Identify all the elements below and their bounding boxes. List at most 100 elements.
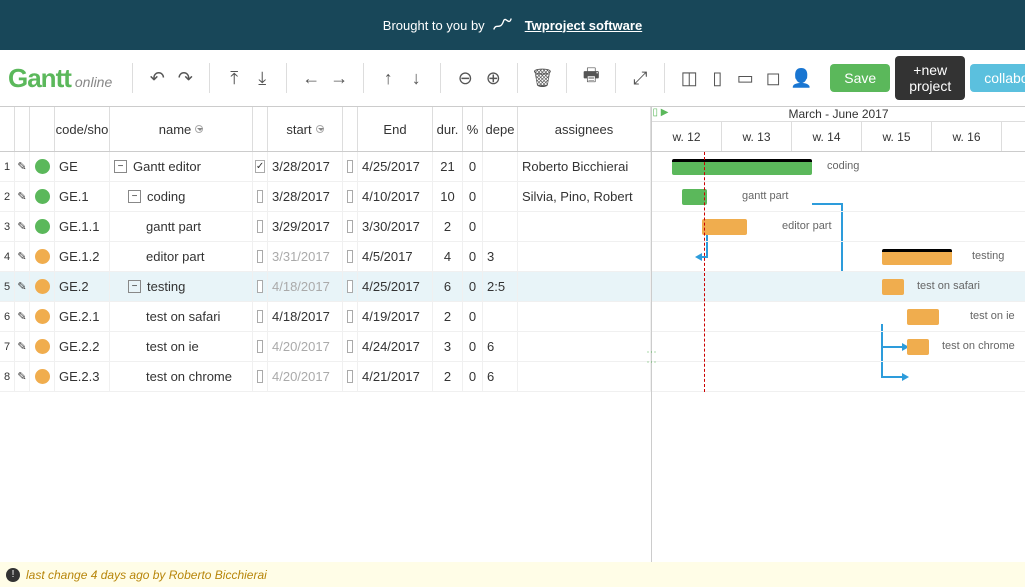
start-cell[interactable]: 3/29/2017 [268,212,343,241]
resource-button[interactable]: 👤 [789,66,813,90]
status-cell[interactable] [30,362,55,391]
redo-button[interactable]: ↷ [173,66,197,90]
name-cell[interactable]: −testing [110,272,253,301]
percent-cell[interactable]: 0 [463,152,483,181]
zoom-in-button[interactable]: ⊕ [481,66,505,90]
edit-icon[interactable]: ✎ [15,182,30,211]
start-cell[interactable]: 3/31/2017 [268,242,343,271]
end-milestone-checkbox[interactable] [347,250,353,263]
status-cell[interactable] [30,152,55,181]
code-cell[interactable]: GE.2 [55,272,110,301]
hdr-assignees[interactable]: assignees [518,107,651,151]
table-row[interactable]: 2✎GE.1−coding3/28/20174/10/2017100Silvia… [0,182,651,212]
hdr-percent[interactable]: % [463,107,483,151]
table-row[interactable]: 7✎GE.2.2test on ie4/20/20174/24/2017306 [0,332,651,362]
tree-toggle-icon[interactable]: − [114,160,127,173]
save-button[interactable]: Save [830,64,890,92]
gantt-bar[interactable] [672,159,812,175]
name-cell[interactable]: gantt part [110,212,253,241]
name-cell[interactable]: test on ie [110,332,253,361]
edit-icon[interactable]: ✎ [15,212,30,241]
end-milestone-checkbox[interactable] [347,370,353,383]
name-cell[interactable]: −Gantt editor [110,152,253,181]
table-row[interactable]: 6✎GE.2.1test on safari4/18/20174/19/2017… [0,302,651,332]
undo-button[interactable]: ↶ [145,66,169,90]
outdent-button[interactable]: ← [299,66,323,90]
edit-icon[interactable]: ✎ [15,332,30,361]
percent-cell[interactable]: 0 [463,212,483,241]
hdr-depends[interactable]: depe [483,107,518,151]
move-up-button[interactable]: ↑ [376,66,400,90]
code-cell[interactable]: GE [55,152,110,181]
assignees-cell[interactable] [518,272,651,301]
start-milestone-checkbox[interactable] [257,340,263,353]
assignees-cell[interactable] [518,362,651,391]
hdr-duration[interactable]: dur. [433,107,463,151]
name-cell[interactable]: −coding [110,182,253,211]
status-cell[interactable] [30,272,55,301]
edit-icon[interactable]: ✎ [15,302,30,331]
end-cell[interactable]: 4/5/2017 [358,242,433,271]
edit-icon[interactable]: ✎ [15,152,30,181]
gantt-bar[interactable] [907,339,929,355]
start-cell[interactable]: 4/20/2017 [268,362,343,391]
split-grid-button[interactable]: ▯ [705,66,729,90]
vertical-splitter[interactable]: ⋮⋮ [648,152,654,562]
percent-cell[interactable]: 0 [463,182,483,211]
duration-cell[interactable]: 21 [433,152,463,181]
code-cell[interactable]: GE.1.2 [55,242,110,271]
name-cell[interactable]: editor part [110,242,253,271]
status-cell[interactable] [30,182,55,211]
duration-cell[interactable]: 10 [433,182,463,211]
name-cell[interactable]: test on safari [110,302,253,331]
end-milestone-checkbox[interactable] [347,190,353,203]
assignees-cell[interactable] [518,212,651,241]
depends-cell[interactable]: 6 [483,332,518,361]
start-milestone-checkbox[interactable] [255,160,265,173]
percent-cell[interactable]: 0 [463,272,483,301]
start-cell[interactable]: 4/18/2017 [268,302,343,331]
start-milestone-checkbox[interactable] [257,310,263,323]
assignees-cell[interactable] [518,332,651,361]
assignees-cell[interactable] [518,302,651,331]
gantt-bar[interactable] [907,309,939,325]
hdr-end[interactable]: End [358,107,433,151]
status-cell[interactable] [30,212,55,241]
start-cell[interactable]: 3/28/2017 [268,152,343,181]
split-both-button[interactable]: ◫ [677,66,701,90]
duration-cell[interactable]: 4 [433,242,463,271]
tree-toggle-icon[interactable]: − [128,190,141,203]
hdr-name[interactable]: name [110,107,253,151]
start-milestone-checkbox[interactable] [257,370,263,383]
new-project-button[interactable]: +new project [895,56,965,100]
split-gantt-button[interactable]: ▭ [733,66,757,90]
depends-cell[interactable] [483,302,518,331]
depends-cell[interactable] [483,152,518,181]
end-cell[interactable]: 4/25/2017 [358,272,433,301]
start-milestone-checkbox[interactable] [257,280,263,293]
table-row[interactable]: 4✎GE.1.2editor part3/31/20174/5/2017403 [0,242,651,272]
table-row[interactable]: 1✎GE−Gantt editor3/28/20174/25/2017210Ro… [0,152,651,182]
end-cell[interactable]: 4/21/2017 [358,362,433,391]
depends-cell[interactable]: 2:5 [483,272,518,301]
assignees-cell[interactable]: Silvia, Pino, Robert [518,182,651,211]
start-milestone-checkbox[interactable] [257,220,263,233]
tree-toggle-icon[interactable]: − [128,280,141,293]
start-cell[interactable]: 3/28/2017 [268,182,343,211]
code-cell[interactable]: GE.1.1 [55,212,110,241]
gantt-bar[interactable] [702,219,747,235]
end-cell[interactable]: 4/10/2017 [358,182,433,211]
depends-cell[interactable]: 6 [483,362,518,391]
gantt-bar[interactable] [882,279,904,295]
move-down-button[interactable]: ↓ [404,66,428,90]
depends-cell[interactable] [483,182,518,211]
critical-path-button[interactable]: ⤢ [628,66,652,90]
edit-icon[interactable]: ✎ [15,272,30,301]
start-milestone-checkbox[interactable] [257,190,263,203]
name-cell[interactable]: test on chrome [110,362,253,391]
end-cell[interactable]: 4/25/2017 [358,152,433,181]
gantt-bar[interactable] [882,249,952,265]
zoom-out-button[interactable]: ⊖ [453,66,477,90]
collaborate-button[interactable]: collaborate [970,64,1025,92]
print-button[interactable]: 🖶 [579,66,603,90]
